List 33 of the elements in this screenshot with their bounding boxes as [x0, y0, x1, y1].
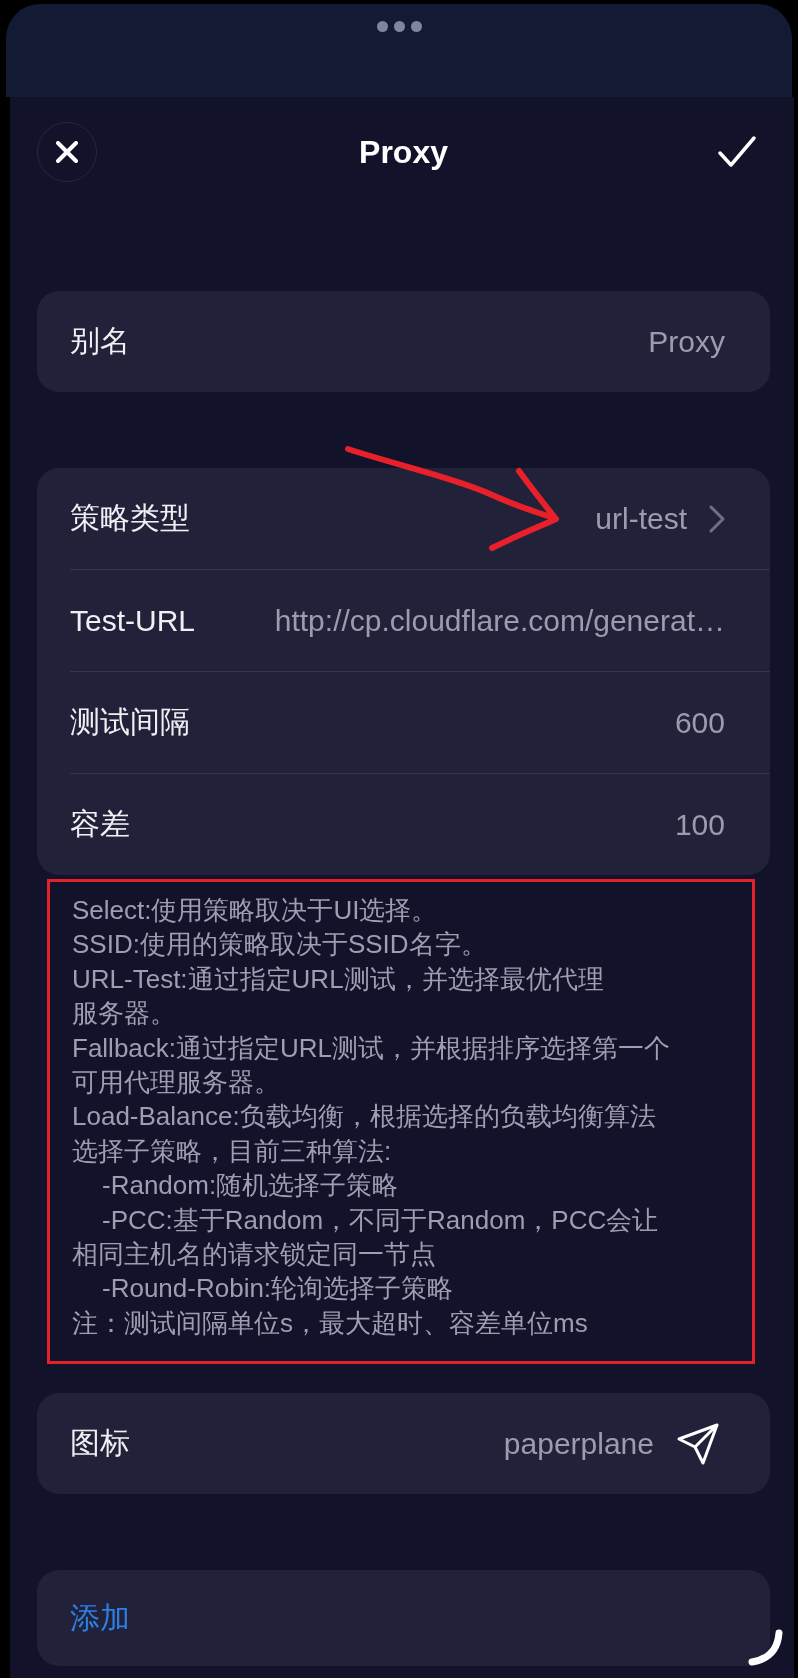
sheet-title: Proxy: [359, 133, 448, 171]
help-text: 可用代理服务器。: [72, 1066, 280, 1100]
checkmark-icon: [718, 136, 756, 168]
row-label: 别名: [70, 323, 130, 359]
row-label: Test-URL: [70, 603, 196, 638]
row-label: 图标: [70, 1425, 130, 1462]
help-text: 服务器。: [72, 997, 176, 1031]
close-icon: [56, 141, 78, 163]
help-text: 注：测试间隔单位s，最大超时、容差单位ms: [72, 1306, 588, 1340]
row-value[interactable]: Proxy: [648, 324, 725, 359]
help-text: SSID:使用的策略取决于SSID名字。: [72, 928, 487, 962]
help-text: Load-Balance:负载均衡，根据选择的负载均衡算法: [72, 1100, 656, 1134]
ellipsis-icon[interactable]: [376, 21, 422, 32]
help-text: Fallback:通过指定URL测试，并根据排序选择第一个: [72, 1031, 671, 1065]
help-text: 选择子策略，目前三种算法:: [72, 1134, 392, 1168]
row-value[interactable]: 600: [674, 705, 725, 740]
icon-name-value[interactable]: paperplane: [503, 1426, 654, 1461]
add-button[interactable]: 添加: [37, 1570, 770, 1667]
help-text: Select:使用策略取决于UI选择。: [72, 894, 438, 927]
picker-value[interactable]: url-test: [595, 501, 687, 536]
confirm-button[interactable]: [718, 136, 756, 168]
help-text: 相同主机名的请求锁定同一节点: [72, 1238, 436, 1272]
help-text: -Round-Robin:轮询选择子策略: [101, 1272, 454, 1306]
help-text: URL-Test:通过指定URL测试，并选择最优代理: [72, 962, 604, 996]
row-value[interactable]: http://cp.cloudflare.com/generat…: [274, 603, 725, 638]
help-text: -PCC:基于Random，不同于Random，PCC会让: [101, 1203, 659, 1237]
row-label: 测试间隔: [70, 704, 190, 740]
row-label: 策略类型: [70, 500, 190, 536]
paper-plane-icon[interactable]: [676, 1421, 720, 1466]
row-value[interactable]: 100: [674, 807, 725, 842]
help-text: -Random:随机选择子策略: [101, 1169, 399, 1203]
chevron-right-icon[interactable]: [709, 504, 725, 533]
row-label: 容差: [70, 806, 130, 842]
